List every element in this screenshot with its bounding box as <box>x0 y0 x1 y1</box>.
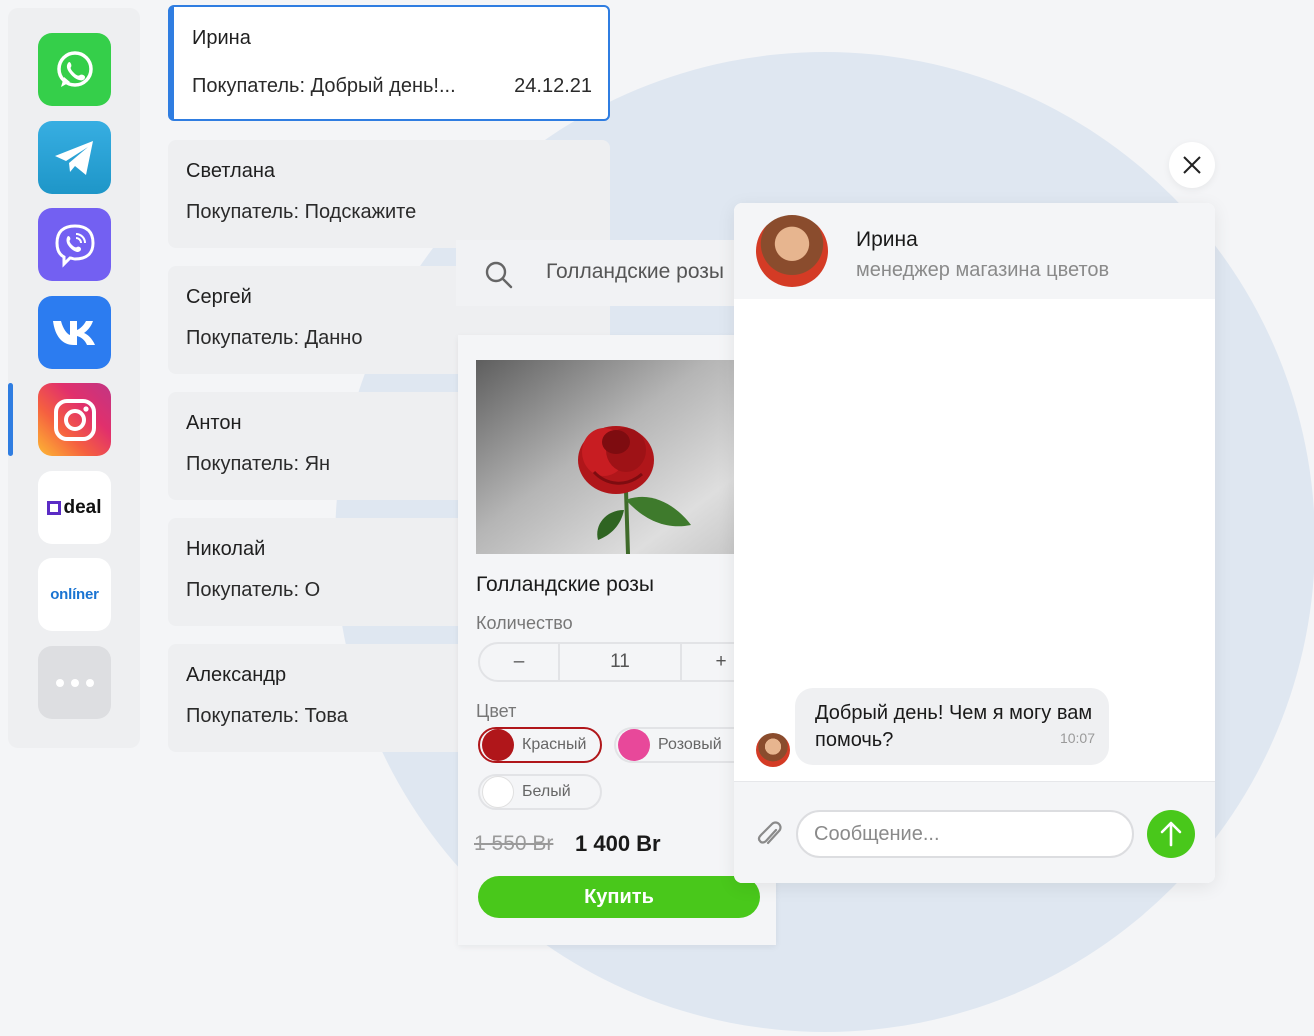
chat-name: Ирина <box>192 27 251 49</box>
product-photo <box>476 360 736 554</box>
send-button[interactable] <box>1147 810 1195 858</box>
quantity-decrease-button[interactable]: – <box>480 644 560 680</box>
viber-icon <box>54 223 95 268</box>
arrow-up-icon <box>1160 821 1182 847</box>
deal-app-button[interactable]: deal <box>38 471 111 544</box>
avatar <box>756 215 828 287</box>
whatsapp-app-button[interactable] <box>38 33 111 106</box>
chat-input-bar <box>734 781 1215 883</box>
color-option-label: Розовый <box>658 736 722 753</box>
instagram-icon <box>53 398 96 441</box>
product-search[interactable]: Голландские розы <box>456 240 756 306</box>
search-query[interactable]: Голландские розы <box>546 260 724 284</box>
close-icon <box>1183 156 1201 174</box>
telegram-app-button[interactable] <box>38 121 111 194</box>
chat-preview: Покупатель: Данно <box>186 327 363 349</box>
product-card: Голландские розы Количество – 11 + Цвет … <box>458 335 776 945</box>
rose-image <box>476 360 736 554</box>
onliner-logo: onlíner <box>50 586 99 603</box>
active-indicator <box>8 383 13 456</box>
chat-name: Николай <box>186 538 266 560</box>
chat-preview: Покупатель: Ян <box>186 453 331 475</box>
message-bubble: Добрый день! Чем я могу вам помочь? 10:0… <box>795 688 1109 765</box>
whatsapp-icon <box>56 50 93 87</box>
color-label: Цвет <box>476 701 517 721</box>
color-option-label: Красный <box>522 736 587 753</box>
chat-name: Светлана <box>186 160 275 182</box>
attach-icon[interactable] <box>756 820 784 850</box>
chat-name: Сергей <box>186 286 252 308</box>
deal-logo: deal <box>47 497 102 519</box>
message-time: 10:07 <box>1059 730 1095 746</box>
vk-app-button[interactable] <box>38 296 111 369</box>
quantity-label: Количество <box>476 613 573 633</box>
viber-app-button[interactable] <box>38 208 111 281</box>
message-input[interactable] <box>796 810 1134 858</box>
messenger-sidebar: deal onlíner <box>8 8 140 748</box>
chat-preview: Покупатель: О <box>186 579 321 601</box>
chat-name: Александр <box>186 664 287 686</box>
color-option-label: Белый <box>522 783 571 800</box>
old-price: 1 550 Br <box>474 832 554 855</box>
close-button[interactable] <box>1169 142 1215 188</box>
contact-role: менеджер магазина цветов <box>856 259 1110 281</box>
chat-preview: Покупатель: Добрый день!... <box>192 75 456 97</box>
message-text: Добрый день! Чем я могу вам помочь? <box>815 702 1093 751</box>
instagram-app-button[interactable] <box>38 383 111 456</box>
color-option-white[interactable]: Белый <box>478 774 602 810</box>
chat-preview: Покупатель: Това <box>186 705 348 727</box>
product-title: Голландские розы <box>476 573 654 596</box>
chat-date: 24.12.21 <box>514 75 592 97</box>
quantity-value: 11 <box>560 644 682 680</box>
contact-name: Ирина <box>856 228 918 251</box>
chat-preview: Покупатель: Подскажите <box>186 201 417 223</box>
color-swatch <box>482 729 514 761</box>
onliner-app-button[interactable]: onlíner <box>38 558 111 631</box>
chat-item-svetlana[interactable]: Светлана Покупатель: Подскажите <box>168 140 610 248</box>
quantity-stepper[interactable]: – 11 + <box>478 642 768 682</box>
more-apps-button[interactable] <box>38 646 111 719</box>
buy-button[interactable]: Купить <box>478 876 760 918</box>
color-swatch <box>482 776 514 808</box>
chat-window: Ирина менеджер магазина цветов Добрый де… <box>734 203 1215 883</box>
color-swatch <box>618 729 650 761</box>
chat-header: Ирина менеджер магазина цветов <box>734 203 1215 299</box>
more-dots-icon <box>55 678 94 687</box>
chat-item-irina[interactable]: Ирина Покупатель: Добрый день!... 24.12.… <box>168 5 610 121</box>
message-avatar <box>756 733 790 767</box>
telegram-icon <box>54 140 93 175</box>
vk-icon <box>52 320 95 345</box>
current-price: 1 400 Br <box>575 831 661 856</box>
search-icon <box>485 261 513 289</box>
color-option-red[interactable]: Красный <box>478 727 602 763</box>
chat-name: Антон <box>186 412 242 434</box>
